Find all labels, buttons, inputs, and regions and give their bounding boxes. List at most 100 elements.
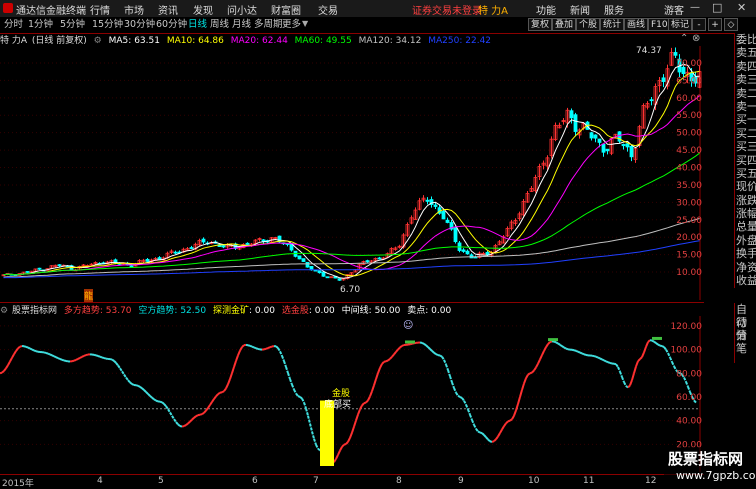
menu-item-news[interactable]: 资讯 bbox=[158, 2, 178, 17]
bear-trend-segment bbox=[50, 354, 52, 355]
candle-body bbox=[426, 200, 429, 201]
ma5-value: 63.51 bbox=[134, 36, 160, 46]
bear-trend-segment bbox=[474, 425, 476, 429]
menu-item-markets[interactable]: 市场 bbox=[124, 2, 144, 17]
candlestick-chart[interactable]: 70.0065.0060.0055.0050.0045.0040.0035.00… bbox=[0, 46, 704, 300]
stats-button[interactable]: 统计 bbox=[600, 18, 624, 31]
tab-auto[interactable]: 自动 bbox=[735, 303, 756, 316]
minimize-icon[interactable]: — bbox=[690, 2, 700, 13]
quote-row-ask5: 卖五 bbox=[735, 46, 756, 59]
maximize-icon[interactable]: □ bbox=[712, 1, 722, 14]
indicator-chart[interactable]: 120.00100.0080.0060.0040.0020.00 bbox=[0, 316, 704, 472]
period-weekly[interactable]: 周线 bbox=[208, 18, 231, 31]
gold-probe-value: 0.00 bbox=[255, 306, 275, 316]
x-label-2015: 2015年 bbox=[2, 476, 34, 489]
indicator-name[interactable]: 股票指标网 bbox=[12, 306, 57, 316]
diamond-button[interactable]: ◇ bbox=[724, 18, 738, 31]
period-1min[interactable]: 1分钟 bbox=[26, 18, 55, 31]
menu-item-ask[interactable]: 问小达 bbox=[227, 2, 257, 17]
bear-trend-segment bbox=[116, 363, 118, 366]
period-30min[interactable]: 30分钟 bbox=[122, 18, 157, 31]
news-menu[interactable]: 新闻 bbox=[570, 2, 590, 17]
bear-trend-segment bbox=[618, 367, 620, 372]
draw-button[interactable]: 画线 bbox=[624, 18, 648, 31]
period-60min[interactable]: 60分钟 bbox=[154, 18, 189, 31]
bear-trend-segment bbox=[316, 445, 318, 449]
bear-trend-segment bbox=[56, 357, 58, 358]
tab-quote[interactable]: 行情 bbox=[735, 316, 756, 329]
stock-button[interactable]: 个股 bbox=[576, 18, 600, 31]
overlay-button[interactable]: 叠加 bbox=[552, 18, 576, 31]
price-axis-label: 70.00 bbox=[676, 59, 702, 69]
more-chevron-icon[interactable]: ▼ bbox=[302, 19, 308, 28]
close-icon[interactable]: ✕ bbox=[737, 1, 746, 14]
period-daily[interactable]: 日线 bbox=[186, 18, 209, 31]
period-intraday[interactable]: 分时 bbox=[2, 18, 25, 31]
menu-item-market[interactable]: 行情 bbox=[90, 2, 110, 17]
bear-trend-segment bbox=[176, 422, 178, 424]
period-15min[interactable]: 15分钟 bbox=[90, 18, 125, 31]
ma10-name: MA10 bbox=[167, 36, 192, 46]
zoom-out-button[interactable]: - bbox=[692, 18, 706, 31]
app-logo-icon bbox=[3, 3, 13, 13]
price-axis-label: 25.00 bbox=[676, 216, 702, 226]
bear-trend-segment bbox=[162, 402, 164, 404]
bear-trend-segment bbox=[486, 437, 488, 439]
midline-value: 50.00 bbox=[375, 306, 401, 316]
bear-trend-segment bbox=[300, 397, 302, 398]
bear-trend-segment bbox=[314, 439, 316, 445]
mark-button[interactable]: 标记 bbox=[668, 18, 692, 31]
bear-trend-segment bbox=[278, 348, 280, 351]
guest-label[interactable]: 游客 bbox=[664, 2, 684, 17]
watermark-title: 股票指标网 bbox=[668, 448, 743, 469]
settings-gear-icon[interactable]: ⚙ bbox=[94, 36, 102, 46]
period-more[interactable]: 更多 bbox=[280, 18, 303, 31]
bull-trend-segment bbox=[546, 344, 548, 347]
gold-stock-label: 选金股 bbox=[282, 306, 309, 316]
chart-collapse-icon[interactable]: ⌃ bbox=[680, 33, 688, 44]
period-monthly[interactable]: 月线 bbox=[230, 18, 253, 31]
service-menu[interactable]: 服务 bbox=[604, 2, 624, 17]
bear-trend-segment bbox=[64, 360, 66, 361]
bear-trend-segment bbox=[58, 358, 60, 359]
menu-item-wealth[interactable]: 财富圈 bbox=[271, 2, 301, 17]
bear-trend-segment bbox=[138, 386, 140, 387]
bear-trend-segment bbox=[566, 349, 568, 350]
bear-trend-segment bbox=[122, 371, 124, 374]
price-axis-label: 60.00 bbox=[676, 94, 702, 104]
bull-trend-segment bbox=[190, 420, 192, 422]
bull-trend-segment bbox=[234, 361, 236, 367]
bear-trend-segment bbox=[62, 360, 64, 361]
bear-trend-segment bbox=[560, 345, 562, 346]
bull-trend-segment bbox=[242, 345, 244, 347]
bear-trend-segment bbox=[472, 420, 474, 425]
menu-item-trade[interactable]: 交易 bbox=[318, 2, 338, 17]
login-status[interactable]: 证券交易未登录 bbox=[412, 2, 482, 17]
quote-row-bid3: 买三 bbox=[735, 140, 756, 153]
bear-trend-segment bbox=[480, 432, 482, 433]
function-menu[interactable]: 功能 bbox=[536, 2, 556, 17]
bull-trend-label: 多方趋势 bbox=[64, 306, 100, 316]
candle-body bbox=[202, 239, 205, 242]
adjust-button[interactable]: 复权 bbox=[528, 18, 552, 31]
indicator-settings-icon[interactable]: ⚙ bbox=[0, 306, 8, 316]
period-5min[interactable]: 5分钟 bbox=[58, 18, 87, 31]
candle-body bbox=[378, 258, 381, 259]
indicator-axis-label: 100.00 bbox=[671, 346, 703, 356]
bull-trend-segment bbox=[344, 444, 346, 445]
bull-trend-segment bbox=[520, 390, 522, 397]
ma250-name: MA250 bbox=[428, 36, 459, 46]
bull-trend-segment bbox=[202, 413, 204, 414]
midline-label: 中间线 bbox=[342, 306, 369, 316]
bull-trend-segment bbox=[378, 368, 380, 373]
bull-trend-segment bbox=[638, 359, 640, 361]
tab-ticks[interactable]: 分笔 bbox=[735, 329, 756, 342]
menu-item-discover[interactable]: 发现 bbox=[193, 2, 213, 17]
ma5-line bbox=[4, 64, 700, 278]
zoom-in-button[interactable]: + bbox=[708, 18, 722, 31]
bear-trend-segment bbox=[688, 387, 690, 392]
bear-trend-segment bbox=[672, 362, 674, 366]
stock-name: 特 力A bbox=[0, 36, 27, 46]
chart-close-icon[interactable]: ⊗ bbox=[692, 33, 700, 44]
bear-trend-segment bbox=[28, 348, 30, 349]
